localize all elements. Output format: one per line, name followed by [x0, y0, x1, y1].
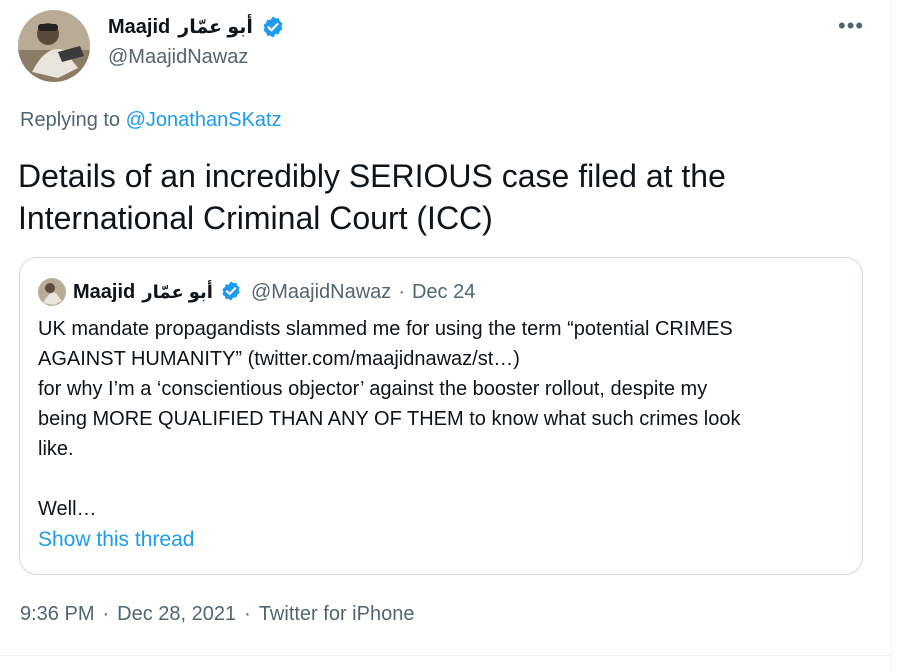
- tweet-source[interactable]: Twitter for iPhone: [259, 603, 415, 626]
- quoted-handle: @MaajidNawaz: [250, 280, 392, 303]
- quoted-text-line: AGAINST HUMANITY” (twitter.com/maajidnaw…: [38, 348, 520, 370]
- quoted-avatar: [38, 278, 66, 306]
- quoted-text-line: like.: [38, 438, 74, 460]
- separator-dot: ·: [244, 603, 251, 625]
- quoted-text-line: for why I’m a ‘conscientious objector’ a…: [38, 378, 708, 400]
- quoted-text-line: Well…: [38, 498, 97, 520]
- quoted-tweet-body: UK mandate propagandists slammed me for …: [38, 314, 843, 524]
- divider: [0, 655, 892, 656]
- quoted-date: Dec 24: [411, 280, 476, 303]
- replying-to-label: Replying to: [20, 109, 121, 131]
- show-thread-link[interactable]: Show this thread: [38, 528, 194, 552]
- reply-mention-link[interactable]: @JonathanSKatz: [126, 109, 282, 131]
- quoted-tweet-header: Maajid أبو عمّار @MaajidNawaz · Dec 24: [38, 278, 476, 306]
- tweet-metadata: 9:36 PM · Dec 28, 2021 · Twitter for iPh…: [20, 603, 414, 626]
- column-divider: [891, 0, 892, 672]
- tweet-date[interactable]: Dec 28, 2021: [117, 603, 236, 626]
- tweet-time[interactable]: 9:36 PM: [20, 603, 94, 626]
- tweet-text-line: Details of an incredibly SERIOUS case fi…: [18, 158, 726, 194]
- verified-badge-icon: [220, 280, 244, 304]
- author-display-name[interactable]: Maajid: [108, 16, 170, 39]
- author-arabic-name[interactable]: أبو عمّار: [178, 16, 253, 39]
- quoted-arabic-name: أبو عمّار: [142, 281, 213, 302]
- quoted-tweet-card[interactable]: Maajid أبو عمّار @MaajidNawaz · Dec 24 U…: [19, 257, 863, 575]
- tweet-text: Details of an incredibly SERIOUS case fi…: [18, 155, 858, 239]
- author-handle[interactable]: @MaajidNawaz: [108, 46, 248, 69]
- separator-dot: ·: [102, 603, 110, 625]
- quoted-text-line: UK mandate propagandists slammed me for …: [38, 318, 733, 340]
- quoted-text-line: being MORE QUALIFIED THAN ANY OF THEM to…: [38, 408, 741, 430]
- tweet-text-line: International Criminal Court (ICC): [18, 200, 493, 236]
- separator-dot: ·: [398, 280, 405, 303]
- verified-badge-icon: [261, 15, 285, 39]
- replying-to: Replying to @JonathanSKatz: [20, 109, 282, 132]
- avatar[interactable]: [18, 10, 90, 82]
- quoted-display-name: Maajid: [73, 280, 136, 303]
- more-options-icon[interactable]: •••: [838, 14, 864, 38]
- author-name-row[interactable]: Maajid أبو عمّار: [108, 14, 285, 40]
